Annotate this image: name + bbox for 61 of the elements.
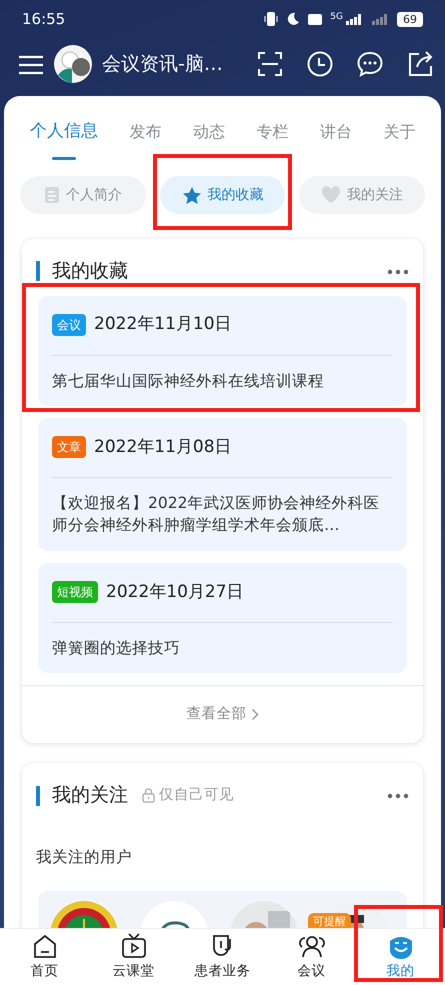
filter-chip[interactable]: 我的收藏 <box>160 176 286 214</box>
view-all-link[interactable]: 查看全部 <box>180 703 264 727</box>
nav-item[interactable]: 云课堂 <box>89 929 178 985</box>
filter-chip[interactable]: 我的关注 <box>299 176 426 214</box>
more-icon <box>387 268 409 275</box>
tab[interactable]: 专栏 <box>252 110 292 154</box>
battery-level: 69 <box>397 12 423 26</box>
lock-icon <box>142 788 155 804</box>
favorite-item[interactable]: 文章 2022年11月08日 【欢迎报名】2022年武汉医师协会神经外科医师分会神经外科肿瘤学组学术年会颁底… <box>38 418 407 551</box>
scan-icon <box>257 51 283 77</box>
chat-icon <box>357 51 383 77</box>
category-tag: 会议 <box>52 314 86 336</box>
section-title: 我的收藏 <box>52 259 128 284</box>
vibrate-icon <box>264 11 278 27</box>
moon-icon <box>286 12 300 26</box>
title-accent-bar <box>36 261 40 282</box>
favorite-item[interactable]: 短视频 2022年10月27日 弹簧圈的选择技巧 <box>38 562 407 674</box>
remind-tag: 可提醒 <box>308 913 351 928</box>
item-title: 【欢迎报名】2022年武汉医师协会神经外科医师分会神经外科肿瘤学组学术年会颁底… <box>52 492 380 536</box>
clock-icon <box>307 51 333 77</box>
home-icon <box>32 932 58 959</box>
clock-button[interactable] <box>307 51 333 77</box>
share-button[interactable] <box>407 51 433 77</box>
tab[interactable]: 关于 <box>379 110 420 154</box>
item-title: 第七届华山国际神经外科在线培训课程 <box>52 370 325 392</box>
more-icon <box>387 793 409 800</box>
share-icon <box>407 51 433 77</box>
item-title: 弹簧圈的选择技巧 <box>52 638 181 659</box>
privacy-note: 仅自己可见 <box>142 784 234 806</box>
tab-indicator <box>52 157 76 160</box>
nav-item[interactable]: 患者业务 <box>178 929 267 985</box>
star-icon <box>182 186 202 204</box>
network-label: 5G <box>330 11 343 24</box>
category-tag: 短视频 <box>52 581 98 604</box>
tab[interactable]: 个人信息 <box>26 110 102 154</box>
item-date: 2022年11月08日 <box>94 436 232 459</box>
tab[interactable]: 动态 <box>188 110 229 154</box>
tab[interactable]: 讲台 <box>316 110 356 154</box>
subsection-title: 我关注的用户 <box>35 846 133 868</box>
title-accent-bar <box>36 786 40 806</box>
signal-icon <box>345 13 363 25</box>
status-time: 16:55 <box>22 8 66 30</box>
tab[interactable]: 发布 <box>125 110 166 154</box>
tv-icon <box>120 932 146 959</box>
item-date: 2022年11月10日 <box>94 313 232 336</box>
section-title: 我的关注 <box>52 783 128 808</box>
nav-item[interactable]: 我的 <box>356 929 445 985</box>
item-date: 2022年10月27日 <box>106 580 244 604</box>
favorite-item[interactable]: 会议 2022年11月10日 第七届华山国际神经外科在线培训课程 <box>38 296 407 406</box>
chevron-right-icon <box>250 708 258 722</box>
category-tag: 文章 <box>52 436 86 458</box>
nav-item[interactable]: 首页 <box>0 929 89 985</box>
header-title: 会议资讯-脑… <box>102 52 223 77</box>
scan-button[interactable] <box>257 51 283 77</box>
chat-button[interactable] <box>357 51 383 77</box>
filter-chip[interactable]: 个人简介 <box>20 176 146 214</box>
signal-icon <box>371 13 389 25</box>
heart-icon <box>321 186 342 204</box>
document-icon <box>44 186 60 204</box>
menu-icon <box>18 54 44 75</box>
nav-item[interactable]: 会议 <box>267 929 356 985</box>
